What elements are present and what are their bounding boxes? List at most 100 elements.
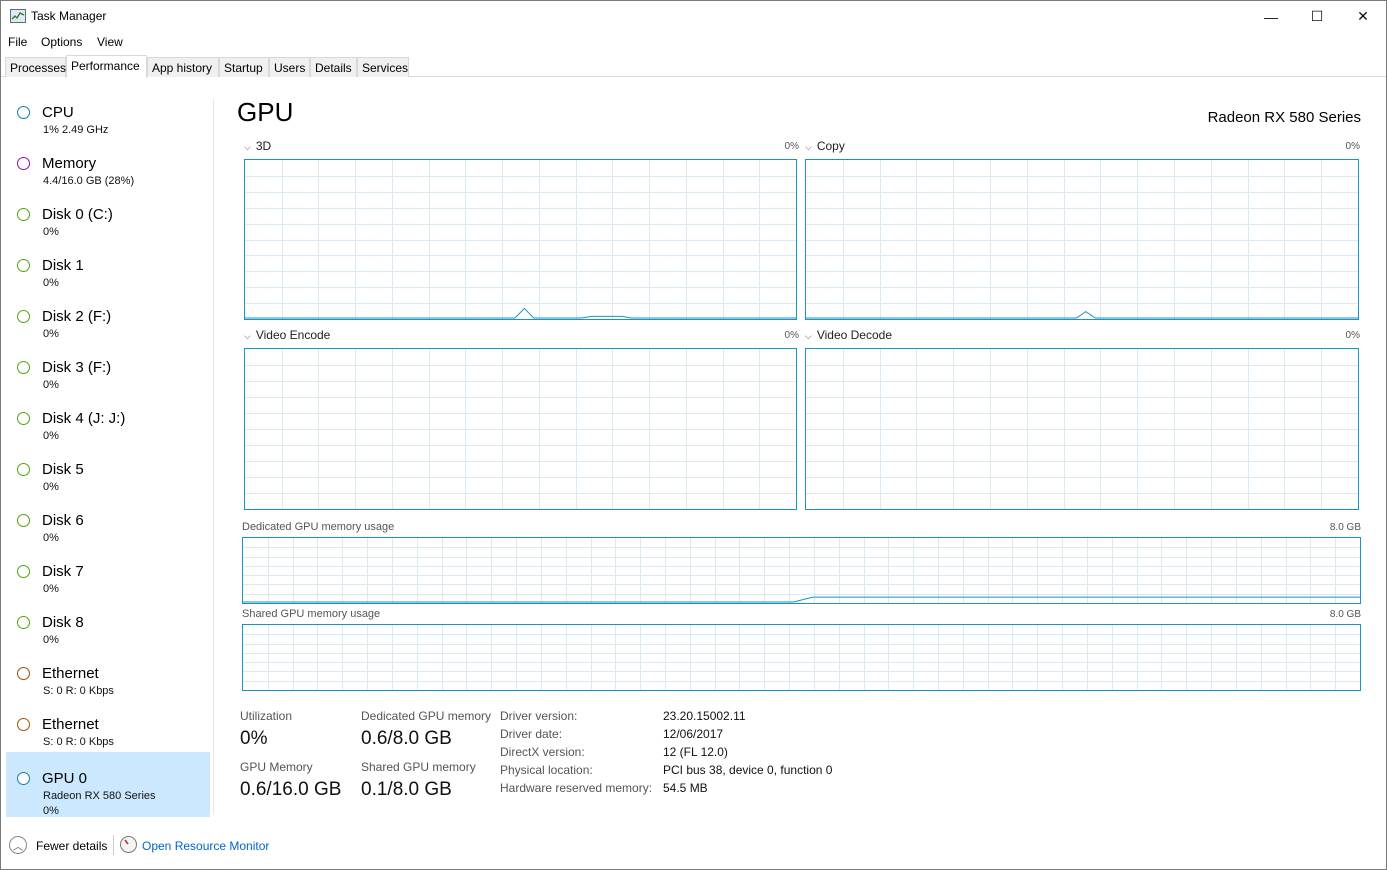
chevron-up-icon[interactable]: ︿ [9, 836, 27, 854]
gpu-panel: GPU Radeon RX 580 Series ⌵ 3D 0% ⌵ Copy 0%… [215, 78, 1385, 822]
sidebar-item-title: Disk 8 [42, 614, 84, 631]
shared-memory-label: Shared GPU memory usage [242, 608, 381, 620]
engine-chart-video-encode [244, 348, 797, 510]
menu-file[interactable]: File [8, 35, 27, 49]
engine-selector-3d[interactable]: ⌵ 3D [244, 139, 271, 153]
sidebar-item-disk-3-f[interactable]: Disk 3 (F:) 0% [6, 341, 210, 392]
engine-max-label: 0% [784, 330, 799, 341]
directx-version-label: DirectX version: [500, 745, 585, 759]
sidebar-item-cpu[interactable]: CPU 1% 2.49 GHz [6, 86, 210, 137]
dedicated-memory-stat-value: 0.6/8.0 GB [361, 728, 452, 749]
tab-performance[interactable]: Performance [66, 55, 147, 78]
sidebar-item-title: Ethernet [42, 716, 99, 733]
sidebar-item-disk-0-c[interactable]: Disk 0 (C:) 0% [6, 188, 210, 239]
page-title: GPU [237, 97, 294, 127]
status-dot-icon [17, 259, 30, 272]
status-dot-icon [17, 157, 30, 170]
sidebar-item-disk-8[interactable]: Disk 8 0% [6, 596, 210, 647]
status-dot-icon [17, 361, 30, 374]
sidebar-item-title: Disk 2 (F:) [42, 308, 112, 325]
tab-details[interactable]: Details [310, 57, 357, 77]
sidebar-item-disk-7[interactable]: Disk 7 0% [6, 545, 210, 596]
hardware-reserved-memory-label: Hardware reserved memory: [500, 781, 653, 795]
open-resource-monitor-link[interactable]: Open Resource Monitor [142, 839, 269, 853]
status-dot-icon [17, 310, 30, 323]
status-dot-icon [17, 106, 30, 119]
sidebar-item-gpu-0[interactable]: GPU 0 Radeon RX 580 Series 0% [6, 752, 210, 817]
sidebar-item-subtitle: 1% 2.49 GHz [43, 124, 109, 136]
sidebar-divider [213, 99, 214, 815]
sidebar-item-subtitle: 0% [43, 634, 59, 646]
minimize-button[interactable]: — [1248, 1, 1294, 32]
sidebar-item-subtitle: 0% [43, 379, 59, 391]
shared-memory-stat-label: Shared GPU memory [361, 760, 476, 774]
menu-view[interactable]: View [97, 35, 123, 49]
engine-selector-video-decode[interactable]: ⌵ Video Decode [805, 328, 892, 342]
sidebar-item-memory[interactable]: Memory 4.4/16.0 GB (28%) [6, 137, 210, 188]
chevron-down-icon: ⌵ [244, 331, 251, 341]
sidebar-item-disk-2-f[interactable]: Disk 2 (F:) 0% [6, 290, 210, 341]
driver-date-value: 12/06/2017 [663, 727, 724, 741]
maximize-button[interactable]: ☐ [1294, 1, 1340, 32]
sidebar-item-disk-4-j-j[interactable]: Disk 4 (J: J:) 0% [6, 392, 210, 443]
sidebar-item-value: 0% [43, 805, 59, 817]
chevron-down-icon: ⌵ [244, 142, 251, 152]
tab-startup[interactable]: Startup [219, 57, 269, 77]
engine-chart-video-decode [805, 348, 1359, 510]
engine-label: Video Encode [255, 328, 331, 342]
tab-app-history[interactable]: App history [147, 57, 219, 77]
engine-chart-copy [805, 159, 1359, 320]
footer: ︿ Fewer details Open Resource Monitor [1, 827, 1386, 869]
tab-services[interactable]: Services [357, 57, 409, 77]
sidebar-item-title: CPU [42, 104, 74, 121]
sidebar-item-title: Disk 3 (F:) [42, 359, 112, 376]
sidebar-item-title: Disk 1 [42, 257, 84, 274]
tab-users[interactable]: Users [269, 57, 310, 77]
engine-max-label: 0% [784, 141, 799, 152]
engine-selector-video-encode[interactable]: ⌵ Video Encode [244, 328, 330, 342]
engine-label: Video Decode [816, 328, 892, 342]
engine-max-label: 0% [1345, 330, 1360, 341]
physical-location-label: Physical location: [500, 763, 593, 777]
sidebar-item-subtitle: S: 0 R: 0 Kbps [43, 685, 114, 697]
sidebar-item-title: Disk 5 [42, 461, 84, 478]
physical-location-value: PCI bus 38, device 0, function 0 [663, 763, 833, 777]
driver-version-label: Driver version: [500, 709, 578, 723]
close-button[interactable]: ✕ [1340, 1, 1386, 32]
sidebar-item-disk-1[interactable]: Disk 1 0% [6, 239, 210, 290]
title-bar[interactable]: Task Manager — ☐ ✕ [1, 1, 1386, 32]
menu-options[interactable]: Options [41, 35, 82, 49]
window-title: Task Manager [31, 9, 107, 23]
dedicated-memory-label: Dedicated GPU memory usage [242, 521, 395, 533]
shared-memory-stat-value: 0.1/8.0 GB [361, 779, 452, 800]
sidebar-item-subtitle: 0% [43, 328, 59, 340]
dedicated-memory-chart [242, 537, 1361, 604]
status-dot-icon [17, 718, 30, 731]
sidebar-item-subtitle: Radeon RX 580 Series [43, 790, 156, 802]
status-dot-icon [17, 208, 30, 221]
gpu-memory-value: 0.6/16.0 GB [240, 779, 342, 800]
usage-trace [806, 311, 1358, 319]
utilization-label: Utilization [240, 709, 293, 723]
sidebar-item-disk-5[interactable]: Disk 5 0% [6, 443, 210, 494]
sidebar-item-disk-6[interactable]: Disk 6 0% [6, 494, 210, 545]
usage-trace [245, 307, 796, 319]
sidebar-item-ethernet[interactable]: Ethernet S: 0 R: 0 Kbps [6, 647, 210, 698]
tab-bar: Processes Performance App history Startu… [1, 55, 1386, 78]
gpu-memory-label: GPU Memory [240, 760, 313, 774]
sidebar-item-ethernet[interactable]: Ethernet S: 0 R: 0 Kbps [6, 698, 210, 749]
sidebar-item-subtitle: 4.4/16.0 GB (28%) [43, 175, 135, 187]
status-dot-icon [17, 565, 30, 578]
status-dot-icon [17, 412, 30, 425]
engine-selector-copy[interactable]: ⌵ Copy [805, 139, 845, 153]
footer-separator [113, 835, 114, 855]
chevron-down-icon: ⌵ [805, 331, 812, 341]
tab-processes[interactable]: Processes [5, 57, 66, 77]
task-manager-window: Task Manager — ☐ ✕ File Options View Pro… [0, 0, 1387, 870]
sidebar-item-subtitle: 0% [43, 583, 59, 595]
task-manager-icon [10, 9, 26, 23]
resource-monitor-icon[interactable] [120, 836, 137, 853]
fewer-details-button[interactable]: Fewer details [36, 839, 107, 853]
engine-label: Copy [816, 139, 845, 153]
chevron-down-icon: ⌵ [805, 142, 812, 152]
